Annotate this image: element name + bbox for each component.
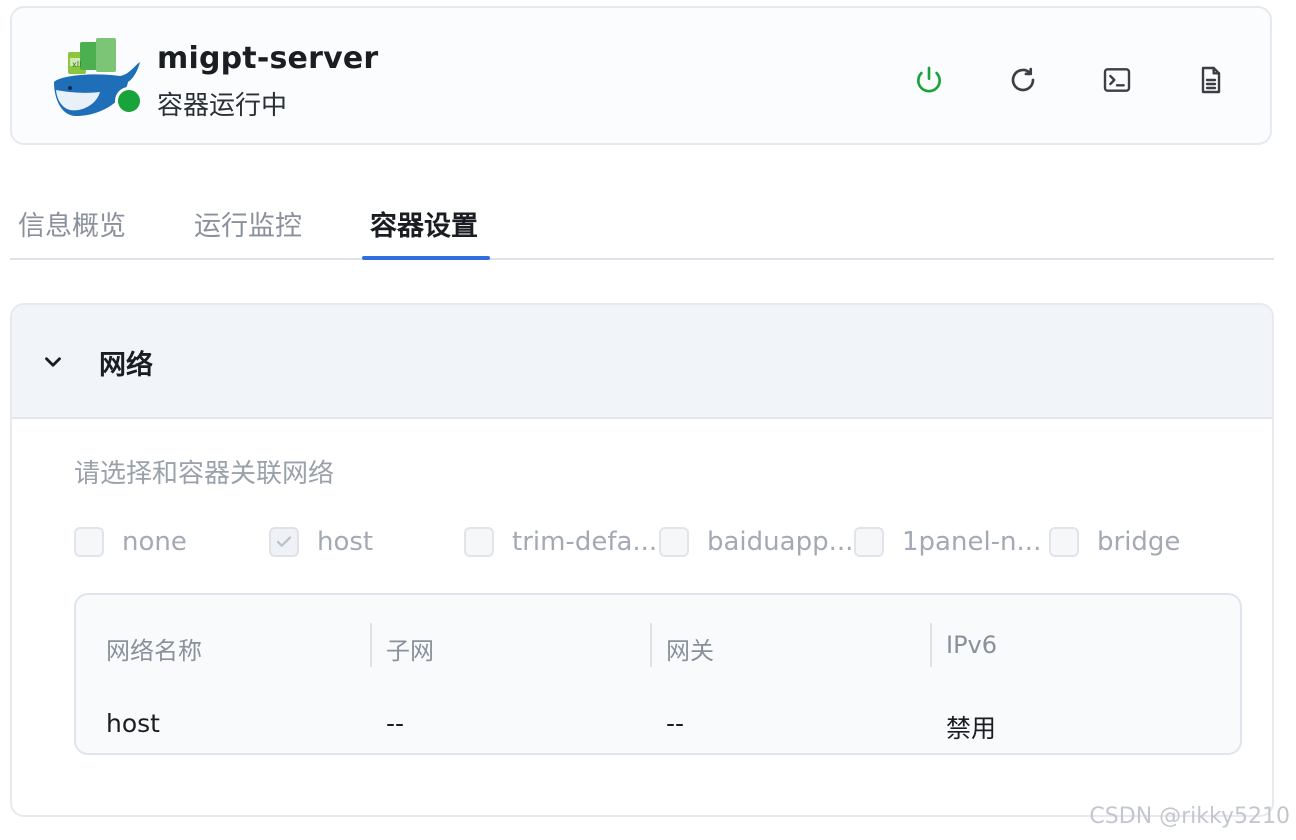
checkbox[interactable] — [74, 527, 104, 557]
checkbox[interactable] — [854, 527, 884, 557]
network-option-1panel[interactable]: 1panel-n... — [854, 525, 1050, 559]
tab-info-overview[interactable]: 信息概览 — [18, 204, 126, 243]
checkbox[interactable] — [1049, 527, 1079, 557]
network-option-label: none — [122, 527, 187, 557]
checkbox[interactable] — [659, 527, 689, 557]
column-header-subnet: 子网 — [386, 637, 434, 665]
running-status-dot — [115, 87, 143, 115]
active-tab-indicator — [362, 256, 490, 260]
log-file-icon — [1201, 66, 1221, 94]
network-section: 网络 请选择和容器关联网络 none host trim-defa... bai… — [10, 303, 1274, 817]
table-cell-network-name: host — [106, 709, 160, 738]
table-cell-gateway: -- — [666, 709, 685, 738]
chevron-down-icon — [45, 357, 61, 367]
column-header-gateway: 网关 — [666, 637, 714, 665]
network-option-trim-default[interactable]: trim-defa... — [464, 525, 660, 559]
network-option-bridge[interactable]: bridge — [1049, 525, 1207, 559]
terminal-icon — [1103, 68, 1131, 92]
network-option-none[interactable]: none — [74, 525, 232, 559]
network-option-label: 1panel-n... — [902, 527, 1042, 557]
column-header-ipv6: IPv6 — [946, 631, 998, 659]
tab-runtime-monitor[interactable]: 运行监控 — [194, 204, 302, 243]
network-option-host[interactable]: host — [269, 525, 427, 559]
tab-container-settings[interactable]: 容器设置 — [370, 204, 478, 243]
power-button[interactable] — [909, 60, 949, 100]
check-icon — [276, 536, 292, 547]
power-icon — [917, 66, 941, 93]
network-section-title: 网络 — [99, 350, 153, 381]
column-divider — [370, 623, 372, 667]
svg-text:xII: xII — [72, 60, 81, 69]
restart-button[interactable] — [1003, 60, 1043, 100]
network-option-label: host — [317, 527, 374, 557]
column-header-network-name: 网络名称 — [106, 637, 202, 665]
table-cell-subnet: -- — [386, 709, 405, 738]
container-name: migpt-server — [157, 41, 379, 76]
column-divider — [650, 623, 652, 667]
network-select-hint: 请选择和容器关联网络 — [74, 459, 335, 489]
network-table: 网络名称 子网 网关 IPv6 host -- -- 禁用 — [74, 593, 1242, 755]
checkbox[interactable] — [464, 527, 494, 557]
network-option-label: trim-defa... — [512, 527, 658, 557]
container-status-text: 容器运行中 — [157, 91, 288, 121]
terminal-button[interactable] — [1097, 60, 1137, 100]
network-option-label: bridge — [1097, 527, 1181, 557]
checkbox-checked[interactable] — [269, 527, 299, 557]
logs-button[interactable] — [1191, 60, 1231, 100]
network-section-header[interactable]: 网络 — [12, 305, 1272, 419]
table-cell-ipv6: 禁用 — [946, 714, 997, 743]
restart-icon — [1011, 67, 1035, 92]
container-tabs: 信息概览 运行监控 容器设置 — [10, 188, 1274, 260]
container-header-card: xII migpt-server 容器运行中 — [10, 6, 1272, 145]
watermark-text: CSDN @rikky5210 — [1089, 804, 1290, 829]
network-option-baiduapp[interactable]: baiduapp... — [659, 525, 855, 559]
column-divider — [930, 623, 932, 667]
network-option-label: baiduapp... — [707, 527, 854, 557]
